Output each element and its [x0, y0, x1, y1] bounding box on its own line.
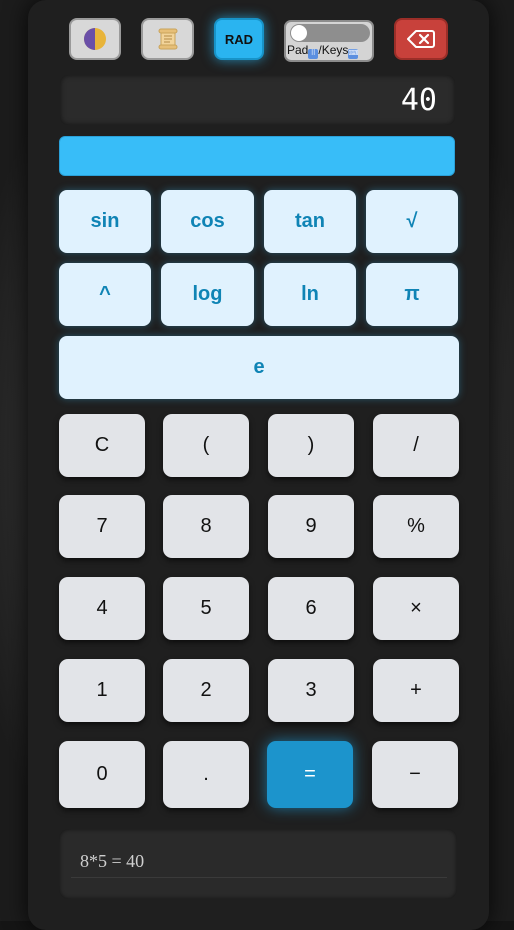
display-value: 40: [400, 82, 437, 118]
tan-button[interactable]: tan: [264, 190, 356, 253]
digit-7-button[interactable]: 7: [59, 495, 145, 558]
expression-bar: [59, 136, 455, 176]
sqrt-button[interactable]: √: [366, 190, 458, 253]
toggle-label: Pad ⠿/Keys⌨: [287, 43, 373, 59]
open-paren-button[interactable]: (: [163, 414, 249, 477]
half-moon-theme-icon: [84, 28, 106, 50]
divide-button[interactable]: /: [373, 414, 459, 477]
history-divider: [71, 877, 447, 878]
multiply-button[interactable]: ×: [373, 577, 459, 640]
keypad-icon: ⠿: [308, 49, 319, 59]
toggle-label-pad: Pad: [287, 43, 309, 57]
history-button[interactable]: [141, 18, 194, 60]
input-mode-toggle[interactable]: Pad ⠿/Keys⌨: [284, 20, 374, 62]
toggle-knob: [291, 25, 307, 41]
digit-3-button[interactable]: 3: [268, 659, 354, 722]
minus-button[interactable]: −: [372, 741, 458, 808]
angle-mode-button[interactable]: RAD: [214, 18, 264, 60]
scroll-history-icon: [158, 28, 177, 50]
digit-0-button[interactable]: 0: [59, 741, 145, 808]
ln-button[interactable]: ln: [264, 263, 356, 326]
digit-6-button[interactable]: 6: [268, 577, 354, 640]
equals-button[interactable]: =: [267, 741, 353, 808]
theme-toggle-button[interactable]: [69, 18, 121, 60]
history-panel: 8*5 = 40: [59, 829, 457, 899]
toggle-track: [290, 24, 370, 42]
digit-2-button[interactable]: 2: [163, 659, 249, 722]
log-button[interactable]: log: [161, 263, 254, 326]
digit-1-button[interactable]: 1: [59, 659, 145, 722]
pi-button[interactable]: π: [366, 263, 458, 326]
power-button[interactable]: ^: [59, 263, 151, 326]
digit-8-button[interactable]: 8: [163, 495, 249, 558]
digit-4-button[interactable]: 4: [59, 577, 145, 640]
euler-button[interactable]: e: [59, 336, 459, 399]
clear-button[interactable]: C: [59, 414, 145, 477]
decimal-button[interactable]: .: [163, 741, 249, 808]
sin-button[interactable]: sin: [59, 190, 151, 253]
result-display: 40: [60, 75, 455, 125]
history-entry[interactable]: 8*5 = 40: [80, 851, 144, 872]
close-paren-button[interactable]: ): [268, 414, 354, 477]
percent-button[interactable]: %: [373, 495, 459, 558]
digit-9-button[interactable]: 9: [268, 495, 354, 558]
backspace-icon: [407, 30, 435, 48]
backspace-button[interactable]: [394, 18, 448, 60]
cos-button[interactable]: cos: [161, 190, 254, 253]
keyboard-icon: ⌨: [348, 49, 359, 59]
digit-5-button[interactable]: 5: [163, 577, 249, 640]
toggle-label-keys: /Keys: [318, 43, 349, 57]
plus-button[interactable]: +: [373, 659, 459, 722]
